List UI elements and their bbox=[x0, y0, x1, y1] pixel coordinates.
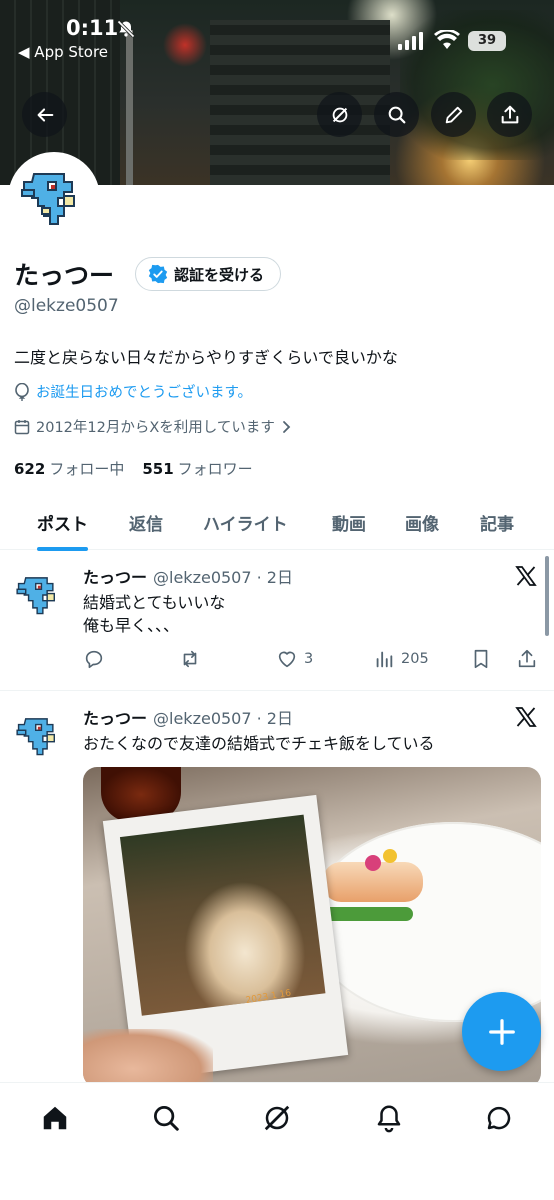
search-icon bbox=[154, 1106, 179, 1131]
post-author-name[interactable]: たっつー bbox=[83, 564, 147, 588]
post-header: たっつー @lekze0507 · 2日 bbox=[83, 564, 293, 588]
profile-avatar[interactable] bbox=[8, 152, 100, 244]
bottom-navigation bbox=[0, 1082, 554, 1200]
wifi-icon bbox=[434, 30, 460, 49]
birthday-text: お誕生日おめでとうございます。 bbox=[36, 385, 253, 401]
post-avatar[interactable] bbox=[10, 706, 70, 766]
profile-bio: 二度と戻らない日々だからやりすぎくらいで良いかな bbox=[14, 348, 398, 367]
search-button[interactable] bbox=[374, 92, 419, 137]
grok-icon bbox=[332, 107, 347, 122]
profile-tabs: ポスト 返信 ハイライト 動画 画像 記事 bbox=[0, 494, 554, 551]
bookmark-button[interactable] bbox=[470, 648, 492, 670]
bell-off-icon bbox=[117, 20, 135, 38]
joined-row[interactable]: 2012年12月からXを利用しています bbox=[14, 416, 291, 437]
photo-flower bbox=[365, 855, 381, 871]
bell-icon bbox=[377, 1105, 401, 1133]
status-bar: 0:11 ◀ App Store 39 bbox=[0, 0, 554, 70]
repost-icon bbox=[183, 650, 197, 668]
verified-badge-icon bbox=[148, 264, 168, 284]
bookmark-icon bbox=[474, 649, 488, 669]
search-icon bbox=[388, 106, 405, 123]
share-icon bbox=[518, 649, 536, 668]
following-label: フォロー中 bbox=[49, 460, 125, 478]
heart-icon bbox=[278, 651, 296, 668]
following-count: 622 bbox=[14, 460, 46, 478]
nav-home[interactable] bbox=[38, 1101, 72, 1135]
messages-icon bbox=[487, 1106, 511, 1130]
views-icon bbox=[376, 651, 393, 668]
followers-label: フォロワー bbox=[177, 460, 253, 478]
follow-stats: 622 フォロー中 551 フォロワー bbox=[14, 458, 253, 479]
x-logo-icon bbox=[515, 707, 537, 727]
tab-videos[interactable]: 動画 bbox=[332, 494, 366, 550]
post-actions: 3 205 bbox=[83, 648, 543, 672]
get-verified-button[interactable]: 認証を受ける bbox=[135, 257, 282, 291]
tab-articles[interactable]: 記事 bbox=[480, 494, 514, 550]
post-item[interactable]: たっつー @lekze0507 · 2日 結婚式とてもいいな 俺も早く、、、 3… bbox=[0, 551, 554, 691]
profile-handle: @lekze0507 bbox=[14, 296, 119, 316]
share-post-button[interactable] bbox=[516, 648, 538, 670]
get-verified-label: 認証を受ける bbox=[174, 265, 265, 284]
plus-icon bbox=[488, 1018, 515, 1045]
post-avatar[interactable] bbox=[10, 565, 70, 625]
views-button[interactable]: 205 bbox=[373, 648, 429, 670]
arrow-left-icon bbox=[37, 107, 53, 122]
reply-button[interactable] bbox=[83, 648, 105, 670]
pencil-icon bbox=[445, 106, 462, 123]
tab-images[interactable]: 画像 bbox=[405, 494, 439, 550]
view-count: 205 bbox=[401, 651, 429, 667]
photo-hand bbox=[83, 1029, 213, 1087]
like-count: 3 bbox=[304, 651, 314, 667]
post-meta: @lekze0507 · 2日 bbox=[153, 568, 293, 587]
battery-indicator: 39 bbox=[468, 31, 506, 51]
chevron-right-icon bbox=[282, 420, 291, 433]
profile-name: たっつー bbox=[14, 261, 115, 290]
scrollbar[interactable] bbox=[545, 556, 549, 636]
grok-button[interactable] bbox=[317, 92, 362, 137]
seahorse-avatar-icon bbox=[10, 706, 70, 766]
share-button[interactable] bbox=[487, 92, 532, 137]
back-button[interactable] bbox=[22, 92, 67, 137]
repost-button[interactable] bbox=[179, 648, 201, 670]
post-text-line: 俺も早く、、、 bbox=[83, 616, 180, 635]
like-button[interactable]: 3 bbox=[276, 648, 313, 670]
back-to-app-store[interactable]: ◀ App Store bbox=[18, 43, 108, 61]
post-text: 結婚式とてもいいな 俺も早く、、、 bbox=[83, 591, 225, 637]
nav-search[interactable] bbox=[149, 1101, 183, 1135]
photo-greens bbox=[318, 907, 413, 921]
tab-replies[interactable]: 返信 bbox=[129, 494, 163, 550]
nav-notifications[interactable] bbox=[372, 1101, 406, 1135]
tab-highlights[interactable]: ハイライト bbox=[203, 494, 288, 550]
calendar-icon bbox=[14, 419, 30, 434]
joined-text: 2012年12月からXを利用しています bbox=[36, 420, 275, 436]
following-link[interactable]: 622 フォロー中 bbox=[14, 458, 124, 479]
seahorse-avatar-icon bbox=[10, 565, 70, 625]
share-icon bbox=[501, 105, 518, 123]
seahorse-avatar-icon bbox=[12, 156, 96, 240]
compose-button[interactable] bbox=[462, 992, 541, 1071]
instax-image bbox=[119, 814, 326, 1016]
edit-button[interactable] bbox=[431, 92, 476, 137]
followers-count: 551 bbox=[142, 460, 174, 478]
nav-grok[interactable] bbox=[260, 1101, 294, 1135]
status-time: 0:11 bbox=[66, 16, 119, 40]
grok-icon bbox=[264, 1105, 290, 1131]
x-logo-icon bbox=[515, 566, 537, 586]
followers-link[interactable]: 551 フォロワー bbox=[142, 458, 252, 479]
balloon-icon bbox=[15, 382, 29, 401]
reply-icon bbox=[85, 650, 103, 669]
post-meta: @lekze0507 · 2日 bbox=[153, 709, 293, 728]
birthday-row[interactable]: お誕生日おめでとうございます。 bbox=[14, 381, 252, 402]
nav-messages[interactable] bbox=[482, 1101, 516, 1135]
post-author-name[interactable]: たっつー bbox=[83, 705, 147, 729]
photo-flower bbox=[383, 849, 397, 863]
post-header: たっつー @lekze0507 · 2日 bbox=[83, 705, 293, 729]
tab-posts[interactable]: ポスト bbox=[37, 494, 88, 551]
post-text: おたくなので友達の結婚式でチェキ飯をしている bbox=[83, 734, 435, 753]
post-text-line: 結婚式とてもいいな bbox=[83, 593, 226, 612]
home-icon bbox=[43, 1106, 67, 1130]
signal-icon bbox=[398, 32, 423, 50]
